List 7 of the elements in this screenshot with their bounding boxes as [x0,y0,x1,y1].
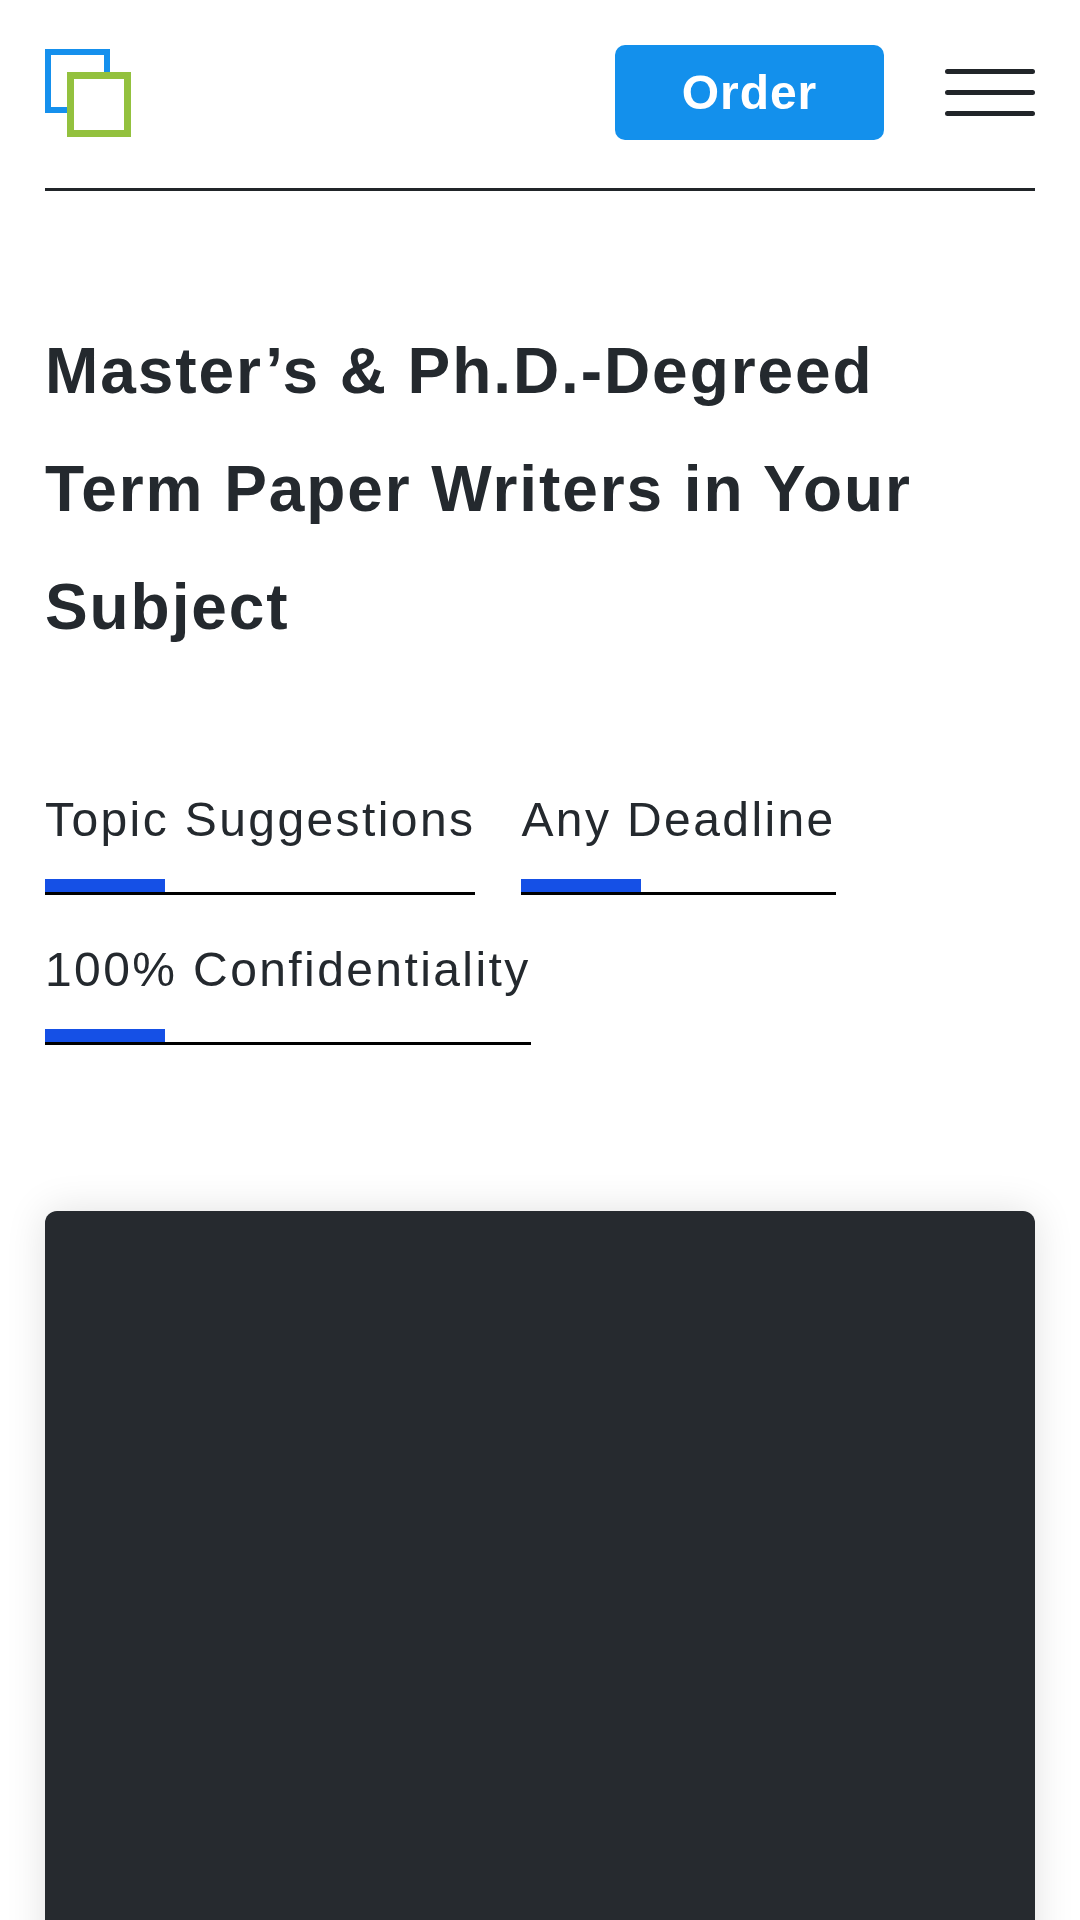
feature-label: Any Deadline [521,792,836,847]
logo-icon[interactable] [45,48,131,137]
feature-label: Topic Suggestions [45,792,476,847]
order-button[interactable]: Order [615,45,884,140]
menu-icon[interactable] [945,69,1035,116]
feature-label: 100% Confidentiality [45,942,531,997]
page-heading: Master’s & Ph.D.-Degreed Term Paper Writers in Your Subject [45,334,913,645]
